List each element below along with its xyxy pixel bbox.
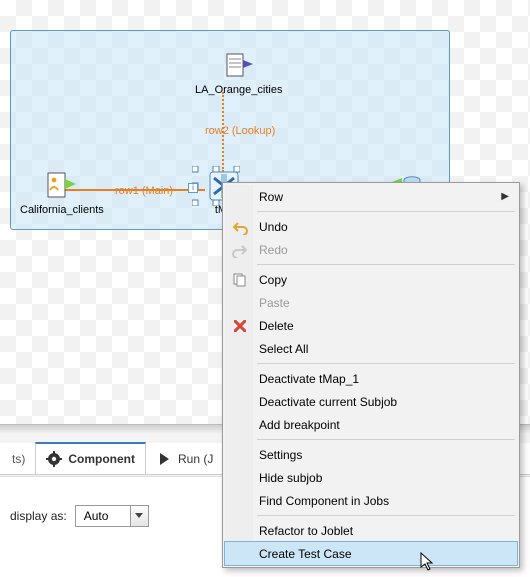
menu-select-all[interactable]: Select All <box>225 337 517 360</box>
combo-dropdown-button[interactable] <box>130 506 148 526</box>
submenu-arrow-icon: ▶ <box>501 191 509 202</box>
menu-row[interactable]: Row ▶ <box>225 185 517 208</box>
component-icon <box>46 451 62 467</box>
menu-refactor-joblet-label: Refactor to Joblet <box>259 524 353 538</box>
menu-separator <box>257 211 515 212</box>
menu-copy[interactable]: Copy <box>225 268 517 291</box>
undo-icon <box>231 218 249 236</box>
menu-select-all-label: Select All <box>259 342 308 356</box>
menu-separator <box>257 264 515 265</box>
menu-create-test-case-label: Create Test Case <box>259 547 352 561</box>
menu-delete[interactable]: Delete <box>225 314 517 337</box>
menu-separator <box>257 439 515 440</box>
input-port-marker: i <box>188 183 198 193</box>
menu-find-component[interactable]: Find Component in Jobs <box>225 489 517 512</box>
menu-separator <box>257 515 515 516</box>
copy-icon <box>231 271 249 289</box>
menu-row-label: Row <box>259 190 283 204</box>
delete-icon <box>231 317 249 335</box>
menu-create-test-case[interactable]: Create Test Case <box>225 542 517 565</box>
menu-redo: Redo <box>225 238 517 261</box>
menu-settings[interactable]: Settings <box>225 443 517 466</box>
tab-run-label: Run (J <box>178 452 213 466</box>
menu-redo-label: Redo <box>259 243 288 257</box>
menu-deactivate-tmap-label: Deactivate tMap_1 <box>259 372 359 386</box>
menu-delete-label: Delete <box>259 319 294 333</box>
tab-component-label: Component <box>68 452 135 466</box>
menu-find-component-label: Find Component in Jobs <box>259 494 389 508</box>
menu-hide-subjob-label: Hide subjob <box>259 471 322 485</box>
display-as-combo[interactable]: Auto <box>75 505 149 527</box>
connection-row2-label: row2 (Lookup) <box>205 125 275 137</box>
menu-separator <box>257 363 515 364</box>
menu-undo-label: Undo <box>259 220 288 234</box>
node-la-label: LA_Orange_cities <box>195 84 282 96</box>
tab-component[interactable]: Component <box>35 442 146 474</box>
display-as-value: Auto <box>76 509 130 523</box>
node-la-orange-cities[interactable]: LA_Orange_cities <box>195 50 282 96</box>
menu-add-breakpoint[interactable]: Add breakpoint <box>225 413 517 436</box>
menu-add-breakpoint-label: Add breakpoint <box>259 418 340 432</box>
tab-truncated-left-label: ts) <box>12 452 25 466</box>
menu-hide-subjob[interactable]: Hide subjob <box>225 466 517 489</box>
menu-deactivate-tmap[interactable]: Deactivate tMap_1 <box>225 367 517 390</box>
menu-copy-label: Copy <box>259 273 287 287</box>
tab-run[interactable]: Run (J <box>146 443 223 475</box>
tab-truncated-left[interactable]: ts) <box>2 443 35 475</box>
menu-paste-label: Paste <box>259 296 290 310</box>
menu-settings-label: Settings <box>259 448 302 462</box>
display-as-label: display as: <box>10 509 67 523</box>
chevron-down-icon <box>135 513 143 519</box>
menu-deactivate-subjob-label: Deactivate current Subjob <box>259 395 397 409</box>
connection-row1-label: row1 (Main) <box>115 185 173 197</box>
node-california-clients[interactable]: California_clients <box>20 170 104 216</box>
file-input-icon <box>223 50 255 82</box>
menu-undo[interactable]: Undo <box>225 215 517 238</box>
file-input-icon <box>46 170 78 202</box>
menu-paste: Paste <box>225 291 517 314</box>
redo-icon <box>231 241 249 259</box>
context-menu: Row ▶ Undo Redo Copy Paste Delete Select… <box>222 182 520 568</box>
menu-deactivate-subjob[interactable]: Deactivate current Subjob <box>225 390 517 413</box>
play-icon <box>156 451 172 467</box>
menu-refactor-joblet[interactable]: Refactor to Joblet <box>225 519 517 542</box>
node-california-label: California_clients <box>20 204 104 216</box>
